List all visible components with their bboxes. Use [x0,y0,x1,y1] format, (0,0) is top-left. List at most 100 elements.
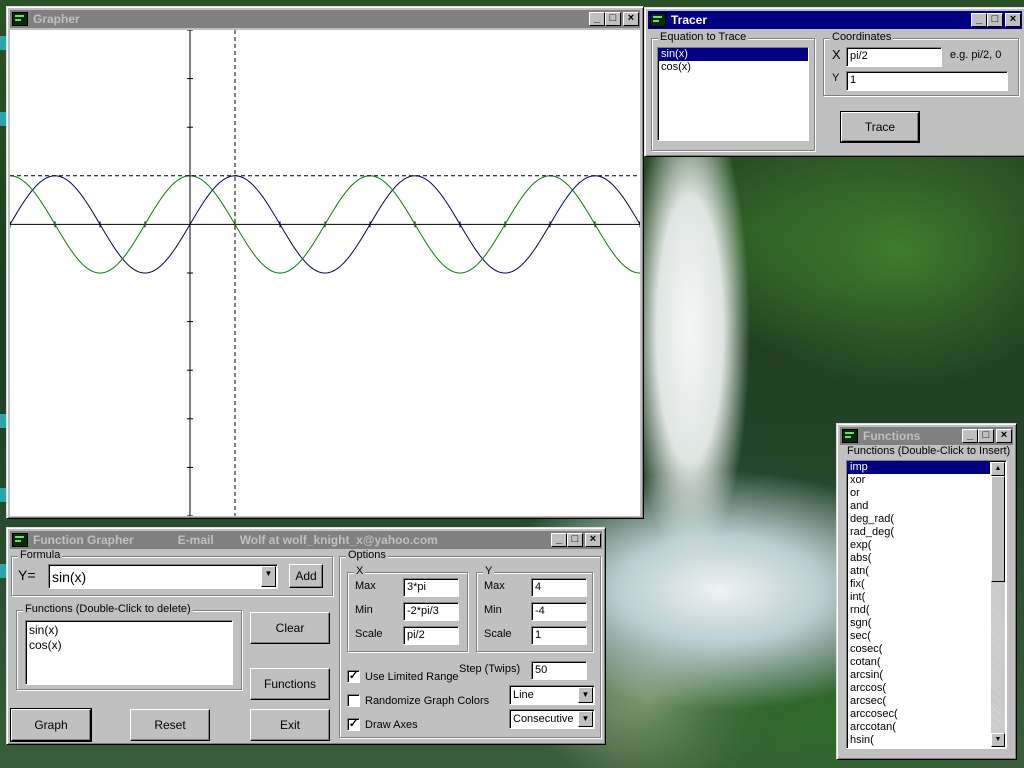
functions-titlebar[interactable]: Functions _ □ × [840,427,1013,445]
list-item[interactable]: arccosec( [847,708,990,721]
email-label: E-mail [177,533,214,547]
use-limited-range-label: Use Limited Range [365,671,459,683]
list-item[interactable]: fix( [847,578,990,591]
use-limited-range-checkbox[interactable]: ✓ [347,670,360,683]
minimize-button[interactable]: _ [962,429,978,443]
list-item[interactable]: sin(x) [26,623,232,638]
list-item[interactable]: arccos( [847,682,990,695]
y-scale-input[interactable]: 1 [531,626,587,645]
list-item[interactable]: and [847,500,990,513]
minimize-button[interactable]: _ [589,12,605,26]
close-button[interactable]: × [996,429,1012,443]
step-label: Step (Twips) [459,663,521,675]
arrow-up-icon: ▲ [994,465,1002,472]
formula-combobox[interactable]: sin(x) ▼ [48,564,278,589]
x-min-label: Min [355,604,373,616]
list-item[interactable]: cos(x) [658,61,808,74]
minimize-button[interactable]: _ [551,533,567,547]
coordinates-group: Coordinates X pi/2 e.g. pi/2, 0 Y 1 [823,31,1019,96]
function-list[interactable]: sin(x) cos(x) [25,620,233,685]
close-button[interactable]: × [585,533,601,547]
trace-button[interactable]: Trace [840,111,920,143]
x-label: X [832,47,841,62]
window-title: Function Grapher [33,533,134,547]
list-item[interactable]: arcsin( [847,669,990,682]
step-input[interactable]: 50 [531,661,587,680]
y-min-input[interactable]: -4 [531,602,587,621]
x-input[interactable]: pi/2 [846,47,942,67]
list-item[interactable]: atn( [847,565,990,578]
list-item[interactable]: imp [847,461,990,474]
function-grapher-window: Function Grapher E-mail Wolf at wolf_kni… [6,527,606,745]
minimize-button[interactable]: _ [971,13,987,27]
y-input[interactable]: 1 [846,71,1008,91]
list-item[interactable]: hsin( [847,734,990,747]
x-scale-input[interactable]: pi/2 [403,626,459,645]
list-item[interactable]: abs( [847,552,990,565]
list-item[interactable]: int( [847,591,990,604]
dropdown-button[interactable]: ▼ [578,687,593,703]
functions-group: Functions (Double-Click to delete) sin(x… [16,603,242,690]
list-item[interactable]: rnd( [847,604,990,617]
list-item[interactable]: arccotan( [847,721,990,734]
x-max-input[interactable]: 3*pi [403,578,459,597]
chevron-down-icon: ▼ [264,569,273,578]
close-button[interactable]: × [623,12,639,26]
scroll-down-button[interactable]: ▼ [991,733,1005,747]
list-item[interactable]: or [847,487,990,500]
dropdown-button[interactable]: ▼ [578,711,593,727]
randomize-colors-checkbox[interactable] [347,694,360,707]
scroll-up-button[interactable]: ▲ [991,462,1005,476]
maximize-icon: □ [991,13,999,25]
example-hint: e.g. pi/2, 0 [950,49,1002,61]
function-list[interactable]: imp xor or and deg_rad(rad_deg(exp(abs(atn(f… [846,460,1007,749]
list-item[interactable]: xor [847,474,990,487]
grapher-titlebar[interactable]: Grapher _ □ × [10,10,640,28]
x-min-input[interactable]: -2*pi/3 [403,602,459,621]
list-item[interactable]: deg_rad( [847,513,990,526]
list-item[interactable]: cosec( [847,643,990,656]
app-icon [842,429,858,443]
plot-mode-select[interactable]: Consecutive ▼ [509,709,595,729]
y-max-input[interactable]: 4 [531,578,587,597]
close-icon: × [589,533,597,545]
scroll-thumb[interactable] [991,476,1005,582]
y-min-label: Min [484,604,502,616]
line-style-select[interactable]: Line ▼ [509,685,595,705]
clear-button[interactable]: Clear [250,612,330,644]
reset-button[interactable]: Reset [130,709,210,741]
randomize-colors-label: Randomize Graph Colors [365,695,490,707]
function-list-scrollbar[interactable]: ▲ ▼ [991,462,1005,747]
list-item[interactable]: sec( [847,630,990,643]
maximize-button[interactable]: □ [978,429,994,443]
dropdown-button[interactable]: ▼ [261,566,276,587]
tracer-titlebar[interactable]: Tracer _ □ × [648,11,1022,29]
list-item[interactable]: sgn( [847,617,990,630]
equation-list[interactable]: sin(x) cos(x) [657,47,809,141]
maximize-button[interactable]: □ [987,13,1003,27]
draw-axes-checkbox[interactable]: ✓ [347,718,360,731]
list-item[interactable]: cos(x) [26,638,232,653]
exit-button[interactable]: Exit [250,709,330,741]
y-equals-label: Y= [18,567,36,583]
maximize-button[interactable]: □ [567,533,583,547]
list-item[interactable]: rad_deg( [847,526,990,539]
graph-button[interactable]: Graph [10,708,92,742]
list-item[interactable]: cotan( [847,656,990,669]
list-item[interactable]: sin(x) [658,48,808,61]
list-item[interactable]: exp( [847,539,990,552]
minimize-icon: _ [975,13,983,25]
functions-button[interactable]: Functions [250,668,330,700]
line-style-value: Line [513,689,534,701]
y-label: Y [832,72,840,84]
close-button[interactable]: × [1005,13,1021,27]
function-grapher-titlebar[interactable]: Function Grapher E-mail Wolf at wolf_kni… [10,531,602,549]
add-button[interactable]: Add [289,564,323,588]
window-title: Functions [863,429,921,443]
formula-input[interactable]: sin(x) [49,567,89,587]
graph-canvas[interactable] [10,30,640,516]
list-item[interactable]: arcsec( [847,695,990,708]
maximize-button[interactable]: □ [605,12,621,26]
equation-group: Equation to Trace sin(x) cos(x) [651,31,815,151]
y-scale-label: Scale [484,628,512,640]
